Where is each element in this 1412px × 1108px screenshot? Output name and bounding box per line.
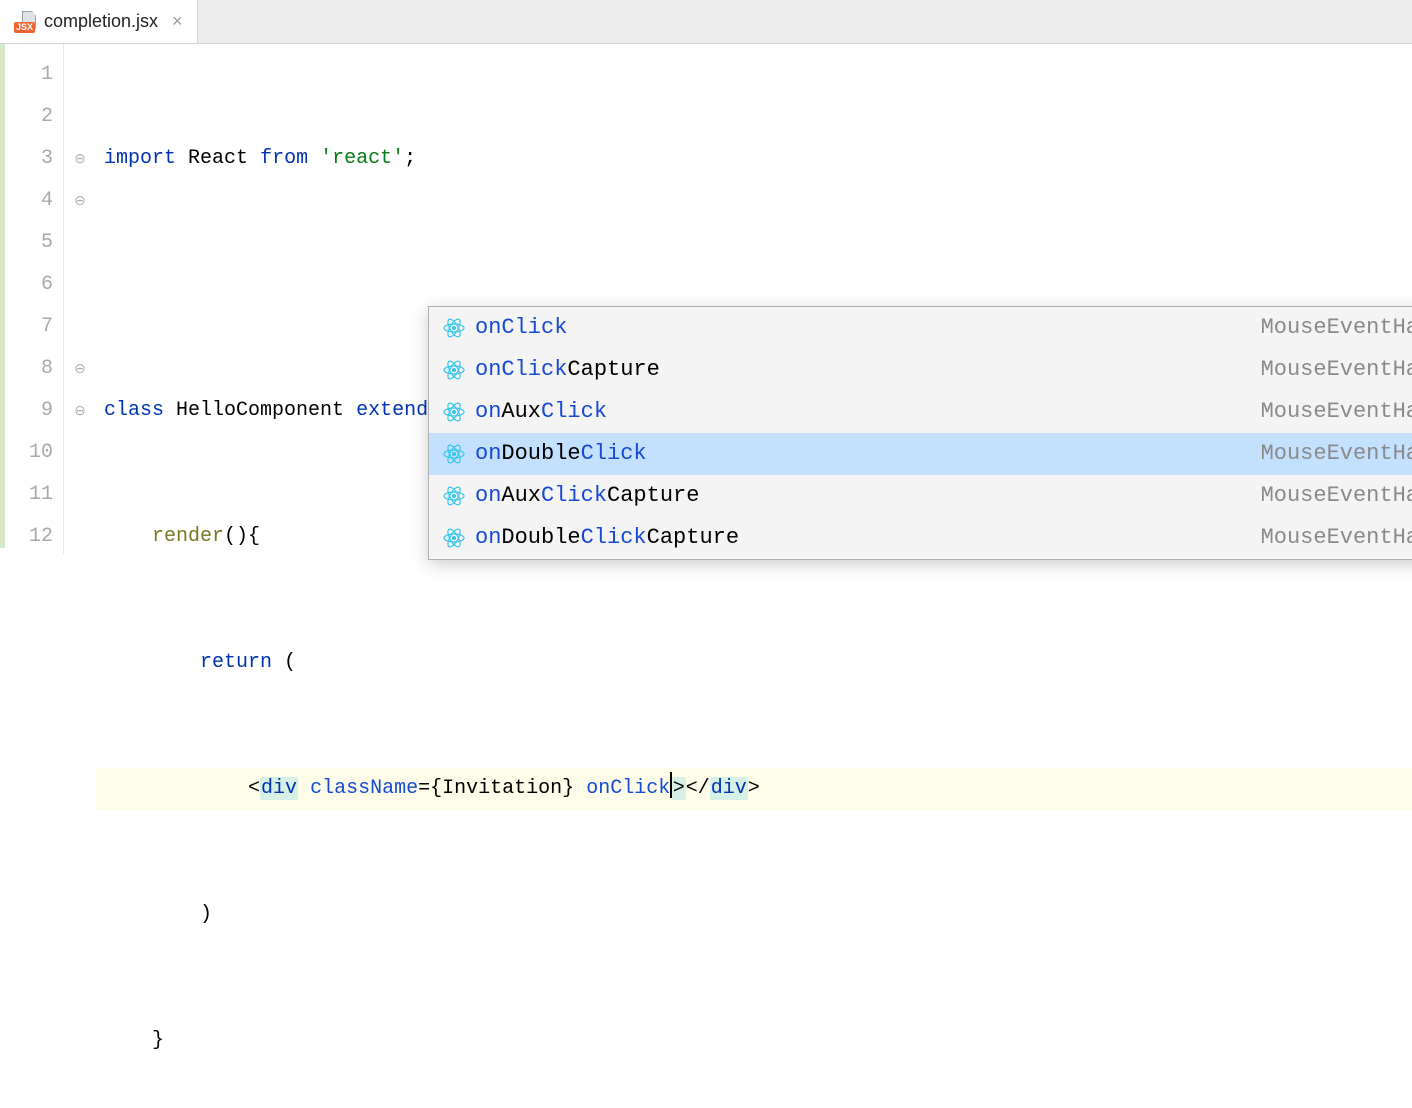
completion-item[interactable]: onDoubleClickCapture MouseEventHandler: [429, 517, 1412, 559]
line-number: 11: [0, 474, 53, 516]
completion-name: onClick: [475, 307, 567, 349]
code-line: return (: [96, 642, 1412, 684]
completion-name: onDoubleClickCapture: [475, 517, 739, 559]
line-number: 1: [0, 54, 53, 96]
completion-name: onAuxClickCapture: [475, 475, 699, 517]
completion-popup[interactable]: onClick MouseEventHandler onClickCapture Mo…: [428, 306, 1412, 560]
code-line: import React from 'react';: [96, 138, 1412, 180]
vcs-modified-marker: [0, 44, 5, 548]
fold-icon[interactable]: ⊖: [64, 139, 96, 181]
fold-icon[interactable]: ⊖: [64, 391, 96, 433]
completion-item[interactable]: onClickCapture MouseEventHandler: [429, 349, 1412, 391]
fold-gutter: ⊖⊖⊖⊖: [64, 44, 96, 554]
completion-item[interactable]: onClick MouseEventHandler: [429, 307, 1412, 349]
react-icon: [443, 485, 465, 507]
file-tab[interactable]: JSX completion.jsx ×: [0, 0, 198, 43]
line-number: 7: [0, 306, 53, 348]
react-icon: [443, 401, 465, 423]
line-number: 2: [0, 96, 53, 138]
completion-type: MouseEventHandler: [1261, 475, 1412, 517]
line-number: 8: [0, 348, 53, 390]
react-icon: [443, 527, 465, 549]
line-number: 5: [0, 222, 53, 264]
completion-type: MouseEventHandler: [1261, 433, 1412, 475]
completion-type: MouseEventHandler: [1261, 391, 1412, 433]
line-number: 4: [0, 180, 53, 222]
code-editor[interactable]: 123456789101112 ⊖⊖⊖⊖ import React from '…: [0, 44, 1412, 554]
line-number: 10: [0, 432, 53, 474]
completion-type: MouseEventHandler: [1261, 307, 1412, 349]
completion-name: onAuxClick: [475, 391, 607, 433]
code-line: [96, 264, 1412, 306]
completion-item[interactable]: onAuxClick MouseEventHandler: [429, 391, 1412, 433]
tab-bar: JSX completion.jsx ×: [0, 0, 1412, 44]
react-icon: [443, 359, 465, 381]
completion-name: onDoubleClick: [475, 433, 647, 475]
react-icon: [443, 317, 465, 339]
react-icon: [443, 443, 465, 465]
line-number: 3: [0, 138, 53, 180]
code-line: }: [96, 1020, 1412, 1062]
jsx-file-icon: JSX: [14, 11, 36, 33]
line-number: 6: [0, 264, 53, 306]
line-number: 9: [0, 390, 53, 432]
completion-type: MouseEventHandler: [1261, 349, 1412, 391]
fold-icon[interactable]: ⊖: [64, 349, 96, 391]
fold-icon[interactable]: ⊖: [64, 181, 96, 223]
code-line-active: <div className={Invitation} onClick></di…: [96, 768, 1412, 810]
completion-item[interactable]: onDoubleClick MouseEventHandler: [429, 433, 1412, 475]
code-area[interactable]: import React from 'react'; class HelloCo…: [96, 44, 1412, 554]
completion-name: onClickCapture: [475, 349, 660, 391]
completion-type: MouseEventHandler: [1261, 517, 1412, 559]
completion-item[interactable]: onAuxClickCapture MouseEventHandler: [429, 475, 1412, 517]
close-icon[interactable]: ×: [172, 11, 183, 32]
tab-filename: completion.jsx: [44, 11, 158, 32]
code-line: ): [96, 894, 1412, 936]
line-number-gutter: 123456789101112: [0, 44, 64, 554]
line-number: 12: [0, 516, 53, 558]
